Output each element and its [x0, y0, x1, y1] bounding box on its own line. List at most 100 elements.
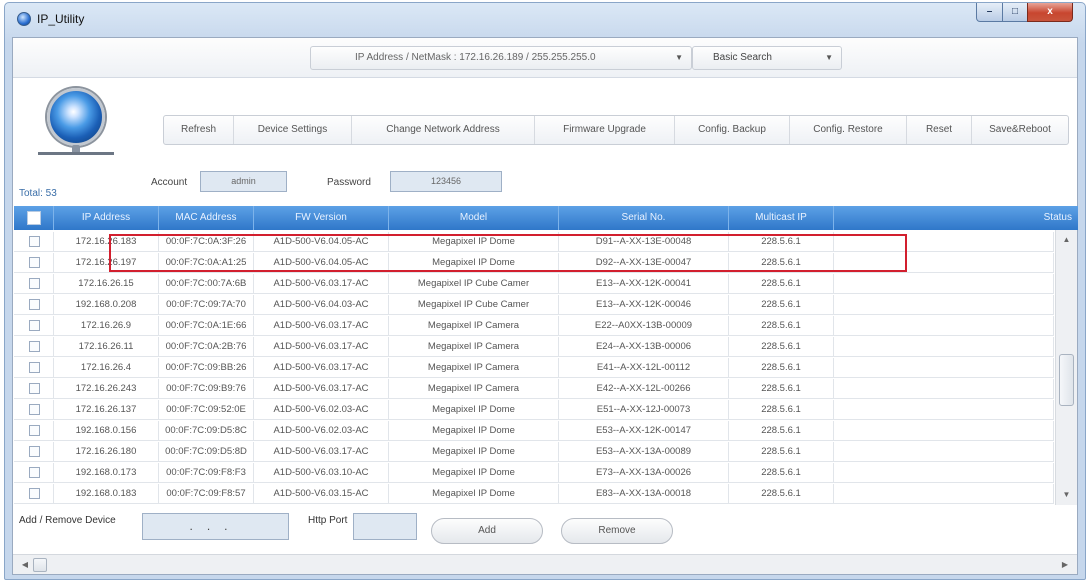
- network-stand-icon: [38, 145, 114, 157]
- scroll-thumb[interactable]: [33, 558, 47, 572]
- minimize-button[interactable]: –: [976, 3, 1003, 22]
- table-row[interactable]: 192.168.0.208 00:0F:7C:09:7A:70 A1D-500-V6…: [14, 295, 1054, 315]
- table-row[interactable]: 192.168.0.183 00:0F:7C:09:F8:57 A1D-500-V6…: [14, 484, 1054, 504]
- cell-model: Megapixel IP Camera: [389, 358, 559, 378]
- table-row[interactable]: 172.16.26.137 00:0F:7C:09:52:0E A1D-500-V6…: [14, 400, 1054, 420]
- window-title: IP_Utility: [37, 12, 85, 26]
- cell-multicast: 228.5.6.1: [729, 358, 834, 378]
- cell-multicast: 228.5.6.1: [729, 337, 834, 357]
- cell-serial: E13--A-XX-12K-00046: [559, 295, 729, 315]
- scroll-up-icon[interactable]: ▲: [1056, 232, 1077, 248]
- config-backup-button[interactable]: Config. Backup: [675, 116, 790, 144]
- config-restore-button[interactable]: Config. Restore: [790, 116, 907, 144]
- scroll-thumb[interactable]: [1059, 354, 1074, 406]
- row-checkbox[interactable]: [29, 257, 40, 268]
- cell-status: [834, 484, 1054, 504]
- vertical-scrollbar[interactable]: ▲ ▼: [1055, 230, 1077, 505]
- firmware-upgrade-button[interactable]: Firmware Upgrade: [535, 116, 675, 144]
- column-ip-address[interactable]: IP Address: [54, 206, 159, 230]
- table-row[interactable]: 172.16.26.4 00:0F:7C:09:BB:26 A1D-500-V6.0…: [14, 358, 1054, 378]
- column-fw-version[interactable]: FW Version: [254, 206, 389, 230]
- cell-ip: 192.168.0.208: [54, 295, 159, 315]
- device-settings-button[interactable]: Device Settings: [234, 116, 352, 144]
- close-button[interactable]: x: [1027, 3, 1073, 22]
- cell-multicast: 228.5.6.1: [729, 274, 834, 294]
- cell-serial: E24--A-XX-13B-00006: [559, 337, 729, 357]
- add-button[interactable]: Add: [431, 518, 543, 544]
- cell-fw: A1D-500-V6.03.17-AC: [254, 274, 389, 294]
- cell-status: [834, 379, 1054, 399]
- table-row[interactable]: 172.16.26.11 00:0F:7C:0A:2B:76 A1D-500-V6.…: [14, 337, 1054, 357]
- cell-serial: E53--A-XX-12K-00147: [559, 421, 729, 441]
- cell-mac: 00:0F:7C:09:F8:F3: [159, 463, 254, 483]
- table-row[interactable]: 192.168.0.156 00:0F:7C:09:D5:8C A1D-500-V6…: [14, 421, 1054, 441]
- table-row[interactable]: 172.16.26.243 00:0F:7C:09:B9:76 A1D-500-V6…: [14, 379, 1054, 399]
- column-serial-no[interactable]: Serial No.: [559, 206, 729, 230]
- column-status[interactable]: Status: [834, 206, 1078, 230]
- cell-multicast: 228.5.6.1: [729, 379, 834, 399]
- row-select-cell: [14, 379, 54, 399]
- title-bar: IP_Utility – □ x: [5, 3, 1085, 37]
- row-checkbox[interactable]: [29, 236, 40, 247]
- row-checkbox[interactable]: [29, 299, 40, 310]
- cell-fw: A1D-500-V6.02.03-AC: [254, 400, 389, 420]
- search-mode-dropdown[interactable]: Basic Search ▼: [692, 46, 842, 70]
- column-model[interactable]: Model: [389, 206, 559, 230]
- cell-status: [834, 337, 1054, 357]
- table-row[interactable]: 172.16.26.15 00:0F:7C:00:7A:6B A1D-500-V6.…: [14, 274, 1054, 294]
- save-reboot-button[interactable]: Save&Reboot: [972, 116, 1068, 144]
- maximize-button[interactable]: □: [1002, 3, 1028, 22]
- checkbox-icon[interactable]: [27, 211, 41, 225]
- change-network-address-button[interactable]: Change Network Address: [352, 116, 535, 144]
- cell-serial: E83--A-XX-13A-00018: [559, 484, 729, 504]
- chevron-down-icon: ▼: [825, 53, 833, 62]
- cell-model: Megapixel IP Cube Camer: [389, 274, 559, 294]
- cell-serial: E73--A-XX-13A-00026: [559, 463, 729, 483]
- cell-model: Megapixel IP Camera: [389, 337, 559, 357]
- row-checkbox[interactable]: [29, 278, 40, 289]
- row-checkbox[interactable]: [29, 488, 40, 499]
- network-address-dropdown[interactable]: IP Address / NetMask : 172.16.26.189 / 2…: [310, 46, 692, 70]
- row-checkbox[interactable]: [29, 320, 40, 331]
- row-checkbox[interactable]: [29, 446, 40, 457]
- cell-mac: 00:0F:7C:0A:2B:76: [159, 337, 254, 357]
- scroll-left-icon[interactable]: ◀: [17, 557, 33, 573]
- table-row[interactable]: 192.168.0.173 00:0F:7C:09:F8:F3 A1D-500-V6…: [14, 463, 1054, 483]
- cell-mac: 00:0F:7C:09:D5:8D: [159, 442, 254, 462]
- cell-model: Megapixel IP Cube Camer: [389, 295, 559, 315]
- row-select-cell: [14, 442, 54, 462]
- password-field[interactable]: 123456: [390, 171, 502, 192]
- cell-model: Megapixel IP Dome: [389, 400, 559, 420]
- remove-button[interactable]: Remove: [561, 518, 673, 544]
- device-ip-input[interactable]: ...: [142, 513, 289, 540]
- table-row[interactable]: 172.16.26.180 00:0F:7C:09:D5:8D A1D-500-V6…: [14, 442, 1054, 462]
- scroll-right-icon[interactable]: ▶: [1057, 557, 1073, 573]
- cell-status: [834, 421, 1054, 441]
- row-checkbox[interactable]: [29, 341, 40, 352]
- row-select-cell: [14, 463, 54, 483]
- cell-ip: 172.16.26.137: [54, 400, 159, 420]
- cell-multicast: 228.5.6.1: [729, 316, 834, 336]
- row-checkbox[interactable]: [29, 467, 40, 478]
- refresh-button[interactable]: Refresh: [164, 116, 234, 144]
- cell-fw: A1D-500-V6.02.03-AC: [254, 421, 389, 441]
- reset-button[interactable]: Reset: [907, 116, 972, 144]
- row-select-cell: [14, 232, 54, 252]
- row-checkbox[interactable]: [29, 383, 40, 394]
- cell-mac: 00:0F:7C:09:BB:26: [159, 358, 254, 378]
- column-multicast-ip[interactable]: Multicast IP: [729, 206, 834, 230]
- http-port-input[interactable]: [353, 513, 417, 540]
- row-checkbox[interactable]: [29, 425, 40, 436]
- row-checkbox[interactable]: [29, 362, 40, 373]
- account-field[interactable]: admin: [200, 171, 287, 192]
- cell-fw: A1D-500-V6.03.17-AC: [254, 379, 389, 399]
- horizontal-scrollbar[interactable]: ◀ ▶: [13, 554, 1077, 574]
- scroll-down-icon[interactable]: ▼: [1056, 487, 1077, 503]
- cell-ip: 172.16.26.4: [54, 358, 159, 378]
- row-checkbox[interactable]: [29, 404, 40, 415]
- cell-ip: 172.16.26.180: [54, 442, 159, 462]
- globe-network-icon: [47, 88, 105, 146]
- table-row[interactable]: 172.16.26.9 00:0F:7C:0A:1E:66 A1D-500-V6.0…: [14, 316, 1054, 336]
- row-select-cell: [14, 358, 54, 378]
- column-mac-address[interactable]: MAC Address: [159, 206, 254, 230]
